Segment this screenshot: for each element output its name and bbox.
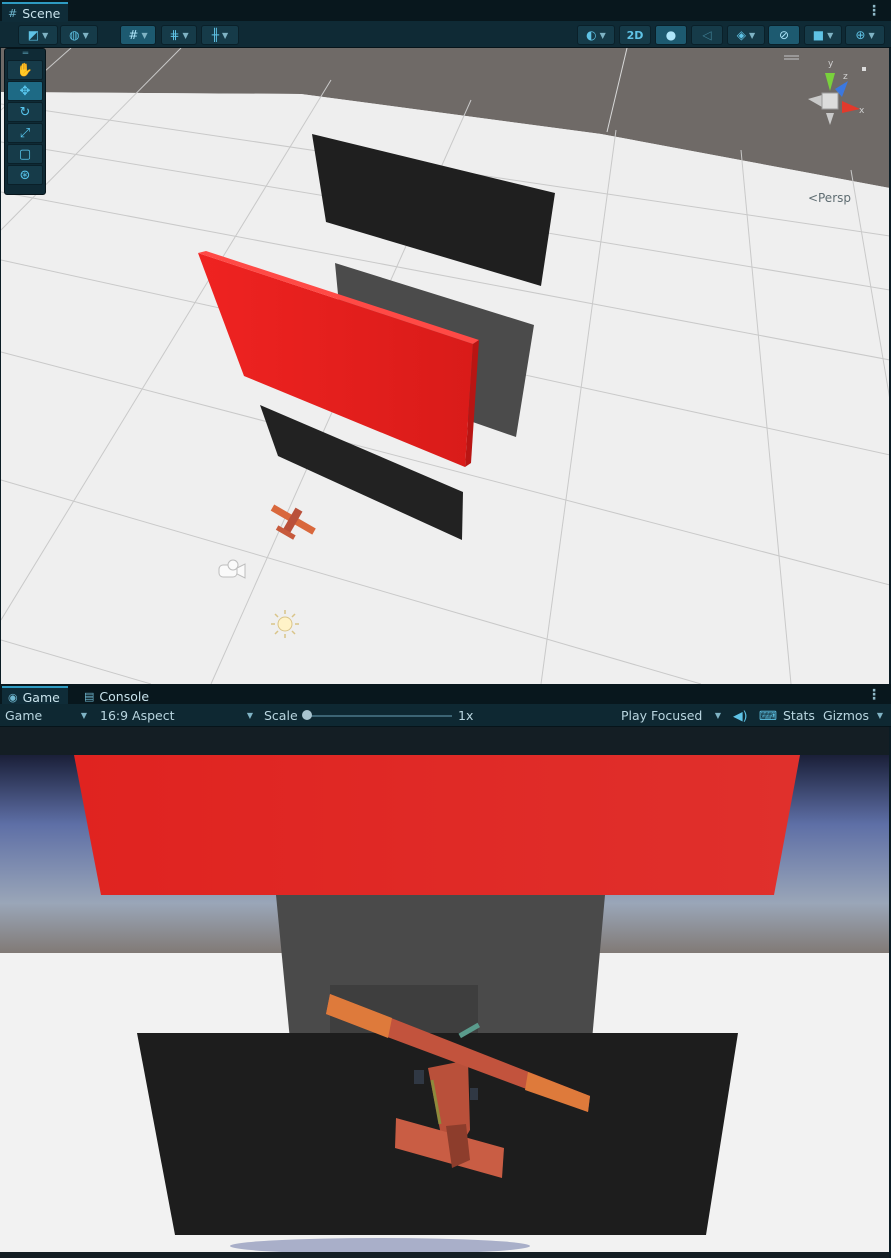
gizmo-globe-icon: ⊕ <box>855 28 866 42</box>
hidden-objects-toggle[interactable]: ⊘ <box>768 25 800 45</box>
game-canvas <box>0 727 889 1258</box>
gizmo-axis-z: z <box>843 72 848 82</box>
globe-icon: ◍ <box>69 28 80 42</box>
scale-slider-track[interactable] <box>306 715 452 717</box>
play-mode-caret-icon: ▼ <box>714 710 721 720</box>
game-letterbox-top <box>0 727 889 755</box>
mute-icon: ◁ <box>702 28 712 42</box>
display-caret-icon: ▼ <box>80 710 87 720</box>
game-toolbar: Game ▼ 16:9 Aspect ▼ Scale 1x Play Focused… <box>0 704 891 727</box>
tab-console[interactable]: ▤ Console <box>78 686 157 706</box>
tab-game[interactable]: ◉ Game <box>2 686 68 706</box>
aspect-caret-icon: ▼ <box>246 710 253 720</box>
gizmos-dropdown[interactable]: ⊕ ▼ <box>845 25 885 45</box>
aspect-select-value: 16:9 Aspect <box>100 707 175 723</box>
eye-slash-icon: ⊘ <box>778 28 790 42</box>
game-viewport[interactable] <box>0 727 889 1258</box>
grid-snap-icon: # <box>128 28 139 42</box>
aspect-select[interactable]: 16:9 Aspect ▼ <box>95 705 258 725</box>
camera-icon: ■ <box>812 28 825 42</box>
scale-tool-button[interactable]: ⤢ <box>7 123 43 143</box>
stats-button[interactable]: Stats <box>783 705 815 725</box>
display-select[interactable]: Game ▼ <box>0 705 92 725</box>
scene-tab-bar: # Scene ⋮ <box>0 0 891 22</box>
gizmos-label: Gizmos <box>823 707 870 723</box>
transform-icon: ⊛ <box>19 167 31 183</box>
audio-toggle-button[interactable]: ◁ <box>691 25 723 45</box>
play-mode-value: Play Focused <box>621 707 703 723</box>
effects-dropdown[interactable]: ◈ ▼ <box>727 25 765 45</box>
tab-scene-label: Scene <box>22 5 61 21</box>
speaker-icon: ◀) <box>733 707 748 723</box>
scale-icon: ⤢ <box>19 125 31 141</box>
move-tool-button[interactable]: ✥ <box>7 81 43 101</box>
grid-snap-button[interactable]: # ▼ <box>120 25 156 45</box>
draw-mode-icon: ◩ <box>27 28 40 42</box>
ruler-icon: ╫ <box>211 28 220 42</box>
shading-mode-dropdown[interactable]: ◐ ▼ <box>577 25 615 45</box>
persp-arrow-icon: < <box>807 191 818 205</box>
mute-audio-toggle[interactable]: ◀) <box>733 705 748 725</box>
2d-label: 2D <box>626 28 644 42</box>
scene-canvas: y z x <box>1 48 889 684</box>
lightbulb-icon: ● <box>665 28 677 42</box>
grid-hash-icon: # <box>8 6 18 20</box>
tab-scene[interactable]: # Scene <box>2 2 69 22</box>
console-icon: ▤ <box>84 689 95 703</box>
gizmos-select[interactable]: Gizmos ▼ <box>818 705 888 725</box>
rect-tool-button[interactable]: ▢ <box>7 144 43 164</box>
hand-icon: ✋ <box>16 62 34 78</box>
projection-toggle[interactable]: <Persp <box>808 191 851 205</box>
game-tab-bar: ◉ Game ▤ Console ⋮ <box>0 684 891 706</box>
palette-grip-icon[interactable]: ═ <box>5 49 45 59</box>
scale-value: 1x <box>458 707 474 723</box>
gizmo-axis-y: y <box>828 59 834 69</box>
lighting-toggle-button[interactable]: ● <box>655 25 687 45</box>
rotate-tool-button[interactable]: ↻ <box>7 102 43 122</box>
hand-tool-button[interactable]: ✋ <box>7 60 43 80</box>
keyboard-icon: ⌨ <box>759 707 778 723</box>
gizmo-axis-x: x <box>859 106 865 116</box>
camera-dropdown[interactable]: ■ ▼ <box>804 25 842 45</box>
sphere-shading-icon: ◐ <box>586 28 597 42</box>
projection-label: Persp <box>818 191 851 205</box>
draw-mode-dropdown[interactable]: ◩ ▼ <box>18 25 58 45</box>
scale-label: Scale <box>264 707 298 723</box>
gizmo-lock-icon <box>862 67 866 71</box>
tab-console-label: Console <box>99 688 150 704</box>
gizmos-caret-icon: ▼ <box>876 710 883 720</box>
grid-visibility-button[interactable]: ⋕ ▼ <box>161 25 197 45</box>
tool-palette: ═ ✋ ✥ ↻ ⤢ ▢ ⊛ <box>4 48 46 195</box>
play-mode-select[interactable]: Play Focused ▼ <box>616 705 726 725</box>
increment-snap-button[interactable]: ╫ ▼ <box>201 25 239 45</box>
keyboard-shortcuts-toggle[interactable]: ⌨ <box>759 705 777 725</box>
transform-tool-button[interactable]: ⊛ <box>7 165 43 185</box>
scene-more-menu-icon[interactable]: ⋮ <box>867 3 881 19</box>
rotate-icon: ↻ <box>19 104 31 120</box>
gamepad-icon: ◉ <box>8 690 18 704</box>
display-select-value: Game <box>5 707 43 723</box>
2d-toggle-button[interactable]: 2D <box>619 25 651 45</box>
game-more-menu-icon[interactable]: ⋮ <box>867 687 881 703</box>
scene-toolbar: ◩ ▼ ◍ ▼ # ▼ ⋕ ▼ ╫ ▼ ◐ ▼ 2D ● ◁ ◈ ▼ ⊘ ■ ▼ ⊕ ▼ <box>0 22 891 48</box>
grid-icon: ⋕ <box>169 28 180 42</box>
game-red-wall <box>74 755 800 895</box>
scene-viewport[interactable]: y z x <Persp <box>0 48 889 684</box>
layers-icon: ◈ <box>736 28 747 42</box>
scale-slider-thumb[interactable] <box>302 710 312 720</box>
tab-game-label: Game <box>22 689 60 705</box>
rect-icon: ▢ <box>18 146 32 162</box>
move-icon: ✥ <box>19 83 31 99</box>
global-dropdown[interactable]: ◍ ▼ <box>60 25 98 45</box>
